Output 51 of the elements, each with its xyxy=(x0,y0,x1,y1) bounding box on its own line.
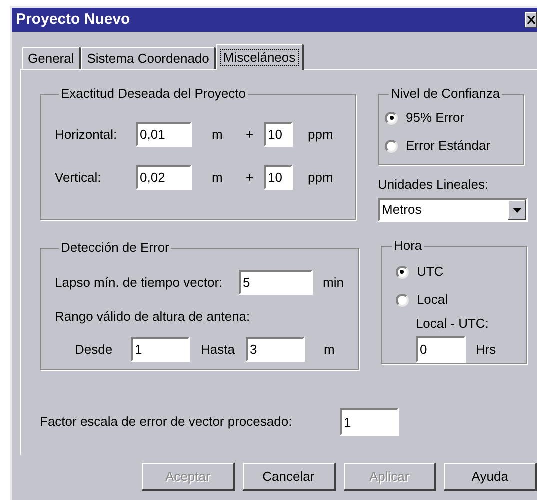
field-label: Unidades Lineales: xyxy=(378,177,490,193)
dialog-button[interactable]: Cancelar xyxy=(242,463,336,491)
ppm-input[interactable]: 10 xyxy=(264,122,293,147)
ppm-input[interactable]: 10 xyxy=(264,165,293,190)
units-dropdown[interactable]: Metros xyxy=(378,198,528,222)
dropdown-value: Metros xyxy=(382,202,422,218)
from-input[interactable]: 1 xyxy=(131,337,190,362)
close-button[interactable] xyxy=(525,12,537,28)
group-title: Exactitud Deseada del Proyecto xyxy=(60,86,247,102)
radio-label[interactable]: Error Estándar xyxy=(406,138,491,154)
accuracy-input[interactable]: 0,02 xyxy=(136,165,192,190)
close-icon xyxy=(526,16,536,24)
unit-label: ppm xyxy=(308,170,334,186)
group-title: Hora xyxy=(392,238,424,254)
unit-label: m xyxy=(324,342,335,358)
dropdown-button[interactable] xyxy=(508,200,526,220)
radio-button[interactable] xyxy=(385,140,398,152)
offset-input[interactable]: 0 xyxy=(416,336,466,363)
field-label: Rango válido de altura de antena: xyxy=(55,309,252,325)
window-title: Proyecto Nuevo xyxy=(16,12,130,28)
unit-label: m xyxy=(212,170,224,186)
field-label: Lapso mín. de tiempo vector: xyxy=(55,274,224,290)
tab[interactable]: Misceláneos xyxy=(216,44,304,70)
scale-input[interactable]: 1 xyxy=(340,408,399,436)
radio-button[interactable] xyxy=(385,112,398,124)
field-label: Local - UTC: xyxy=(416,316,490,332)
field-label: Desde xyxy=(75,342,114,358)
unit-label: m xyxy=(212,126,224,142)
radio-label[interactable]: 95% Error xyxy=(406,110,465,126)
to-input[interactable]: 3 xyxy=(246,337,305,362)
plus-sign: + xyxy=(246,170,255,186)
plus-sign: + xyxy=(246,126,255,142)
unit-label: min xyxy=(323,274,344,290)
dialog-button[interactable]: Ayuda xyxy=(444,463,537,491)
field-label: Factor escala de error de vector procesado: xyxy=(40,414,294,430)
caret-icon xyxy=(512,208,522,212)
group-title: Detección de Error xyxy=(60,240,170,256)
group-title: Nivel de Confianza xyxy=(390,86,502,102)
radio-label[interactable]: Local xyxy=(416,292,448,308)
tab[interactable]: General xyxy=(22,47,82,69)
unit-label: ppm xyxy=(308,126,334,142)
radio-label[interactable]: UTC xyxy=(416,264,444,280)
tab[interactable]: Sistema Coordenado xyxy=(81,47,216,69)
field-label: Horizontal: xyxy=(55,126,118,142)
radio-button[interactable] xyxy=(396,294,409,306)
radio-button[interactable] xyxy=(396,266,409,278)
unit-label: Hrs xyxy=(476,342,496,358)
field-label: Vertical: xyxy=(55,170,102,186)
accuracy-input[interactable]: 0,01 xyxy=(136,122,192,147)
time-input[interactable]: 5 xyxy=(239,270,313,295)
field-label: Hasta xyxy=(201,342,236,358)
